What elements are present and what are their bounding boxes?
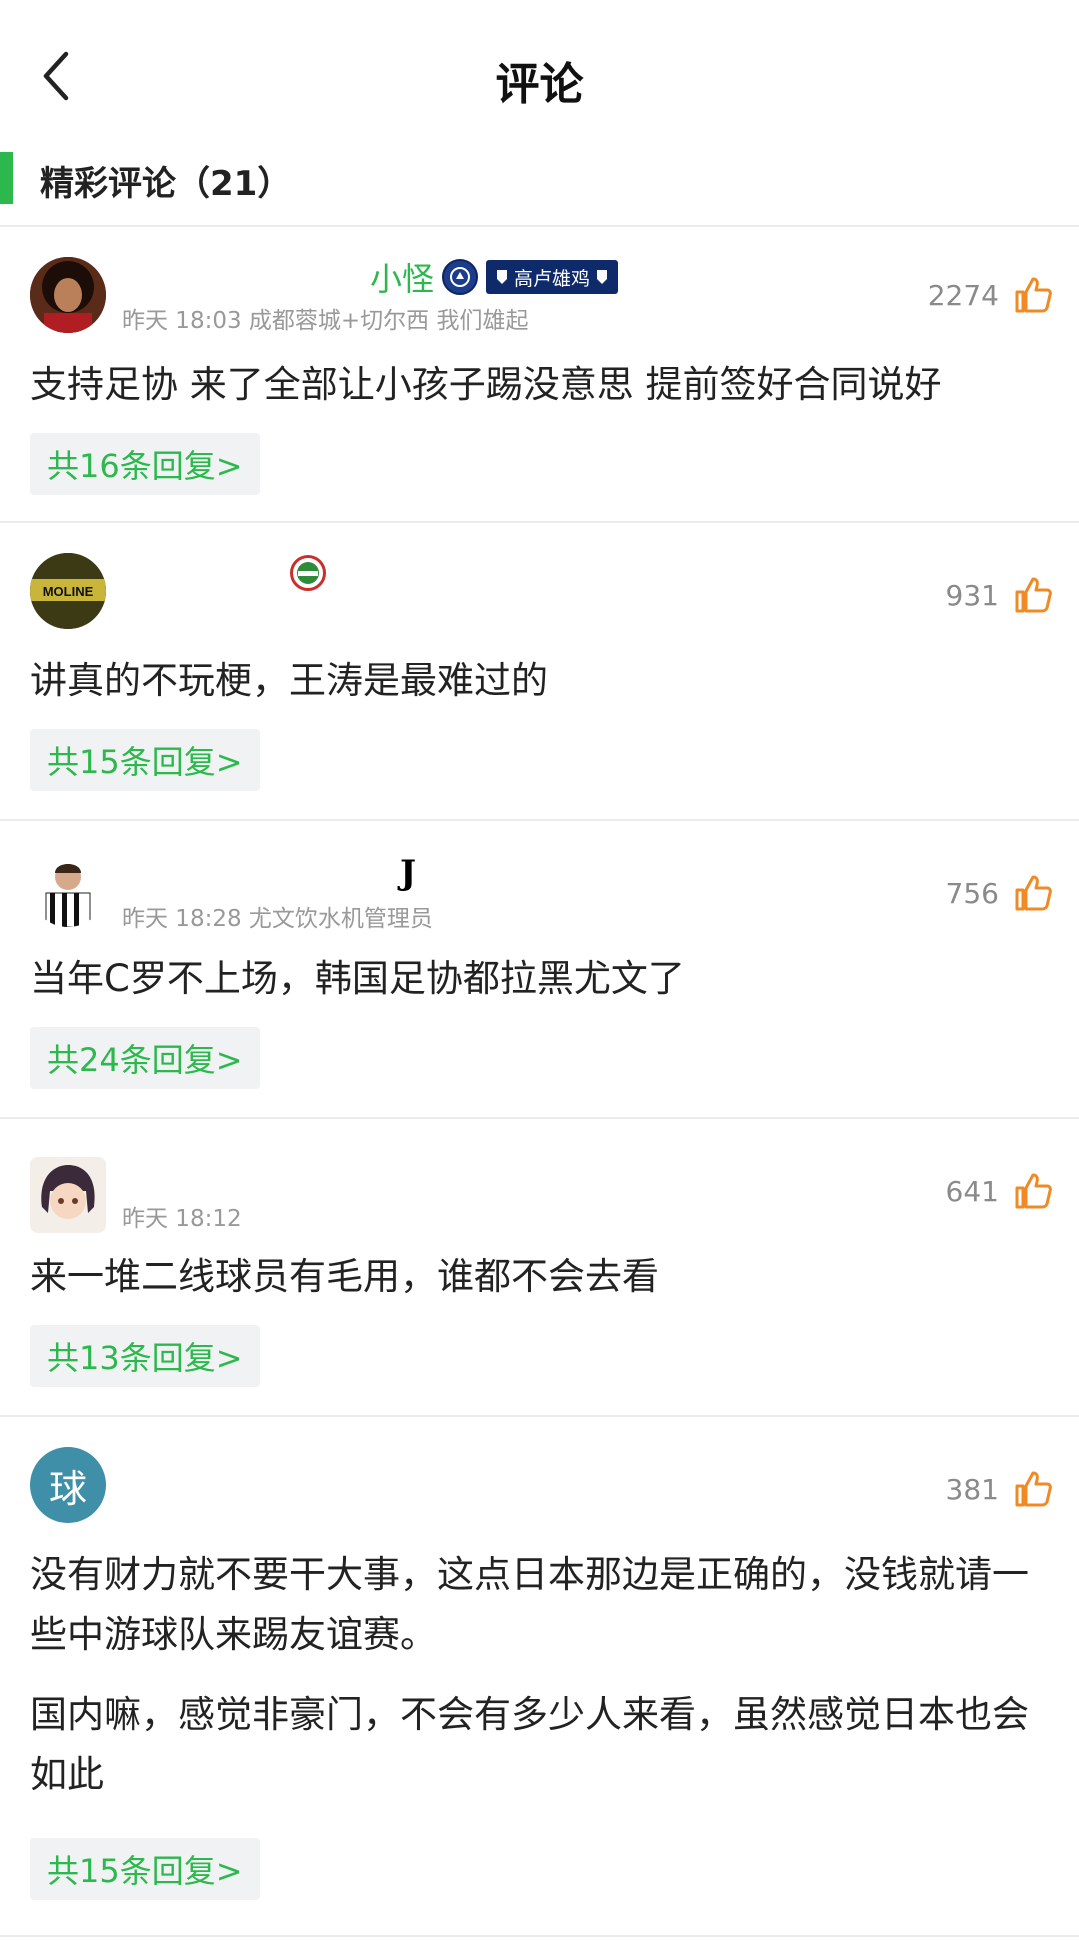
username-row: 小怪 高卢雄鸡 [122, 254, 619, 300]
like-button[interactable]: 931 [946, 575, 1053, 615]
thumbs-up-icon [1015, 577, 1052, 613]
avatar[interactable]: 球 [30, 1447, 106, 1523]
thumbs-up-icon [1015, 1173, 1052, 1209]
comment-text: 没有财力就不要干大事，这点日本那边是正确的，没钱就请一些中游球队来踢友谊赛。 [30, 1553, 1029, 1656]
comment-item: 球 381 没有财力就不要干大事，这点日本那边是正确的，没钱就请一些中游球队来踢… [0, 1417, 1079, 1937]
username-row [122, 553, 326, 593]
avatar[interactable] [30, 851, 106, 927]
comment-time: 昨天 18:03 [122, 308, 242, 334]
username-row: 𝐉 [122, 853, 416, 893]
comment-text: 支持足协 来了全部让小孩子踢没意思 提前签好合同说好 [30, 363, 942, 406]
section-header: 精彩评论（21） [0, 152, 1079, 224]
section-accent-bar [0, 152, 13, 204]
comment-time: 昨天 18:12 [122, 1206, 242, 1232]
top-bar: 评论 [0, 0, 1079, 150]
user-tag: 成都蓉城+切尔西 我们雄起 [248, 308, 529, 334]
thumbs-up-icon [1015, 1471, 1052, 1507]
comment-meta: 昨天 18:28 尤文饮水机管理员 [122, 899, 433, 933]
like-count: 2274 [927, 278, 999, 312]
like-count: 641 [945, 1174, 999, 1208]
scarf-badge-text: 高卢雄鸡 [514, 267, 591, 290]
comment-time: 昨天 18:28 [122, 906, 242, 932]
like-button[interactable]: 756 [946, 873, 1053, 913]
comment-text: 讲真的不玩梗，王涛是最难过的 [30, 659, 548, 702]
like-count: 381 [945, 1472, 999, 1506]
comment-item: 小怪 高卢雄鸡 昨天 18:03 成都蓉城+切尔西 我们雄起 2274 支持足协… [0, 227, 1079, 523]
comment-item: 昨天 18:12 641 来一堆二线球员有毛用，谁都不会去看 共13条回复> [0, 1119, 1079, 1417]
view-replies-button[interactable]: 共16条回复> [30, 433, 260, 495]
comment-meta: 昨天 18:12 [122, 1199, 242, 1233]
like-count: 756 [945, 876, 999, 910]
thumbs-up-icon [1015, 875, 1052, 911]
avatar-letter: 球 [48, 1466, 87, 1511]
thumbs-up-icon [1015, 277, 1052, 313]
page-title: 评论 [495, 59, 584, 110]
henan-badge-icon [290, 555, 326, 591]
comment-text-paragraph-2: 国内嘛，感觉非豪门，不会有多少人来看，虽然感觉日本也会如此 [30, 1693, 1029, 1796]
section-title: 精彩评论（21） [40, 164, 292, 204]
comment-meta: 昨天 18:03 成都蓉城+切尔西 我们雄起 [122, 301, 529, 335]
juventus-badge-icon: 𝐉 [400, 853, 417, 893]
view-replies-button[interactable]: 共15条回复> [30, 1838, 260, 1900]
user-tag: 尤文饮水机管理员 [248, 906, 433, 932]
like-count: 931 [945, 578, 999, 612]
avatar[interactable] [30, 257, 106, 333]
comment-item: MOLINE 931 讲真的不玩梗，王涛是最难过的 共15条回复> [0, 523, 1079, 821]
view-replies-button[interactable]: 共13条回复> [30, 1325, 260, 1387]
like-button[interactable]: 2274 [928, 275, 1053, 315]
avatar[interactable]: MOLINE [30, 553, 106, 629]
chelsea-badge-icon [442, 259, 479, 295]
like-button[interactable]: 641 [946, 1171, 1053, 1211]
comment-text: 来一堆二线球员有毛用，谁都不会去看 [30, 1255, 659, 1298]
comment-item: 𝐉 昨天 18:28 尤文饮水机管理员 756 当年C罗不上场，韩国足协都拉黑尤… [0, 821, 1079, 1119]
like-button[interactable]: 381 [946, 1469, 1053, 1509]
svg-text:MOLINE: MOLINE [43, 584, 94, 599]
comment-text: 当年C罗不上场，韩国足协都拉黑尤文了 [30, 957, 685, 1000]
scarf-badge-icon: 高卢雄鸡 [486, 260, 619, 294]
divider [0, 1935, 1079, 1937]
view-replies-button[interactable]: 共24条回复> [30, 1027, 260, 1089]
view-replies-button[interactable]: 共15条回复> [30, 729, 260, 791]
username[interactable]: 小怪 [370, 254, 434, 300]
avatar[interactable] [30, 1157, 106, 1233]
